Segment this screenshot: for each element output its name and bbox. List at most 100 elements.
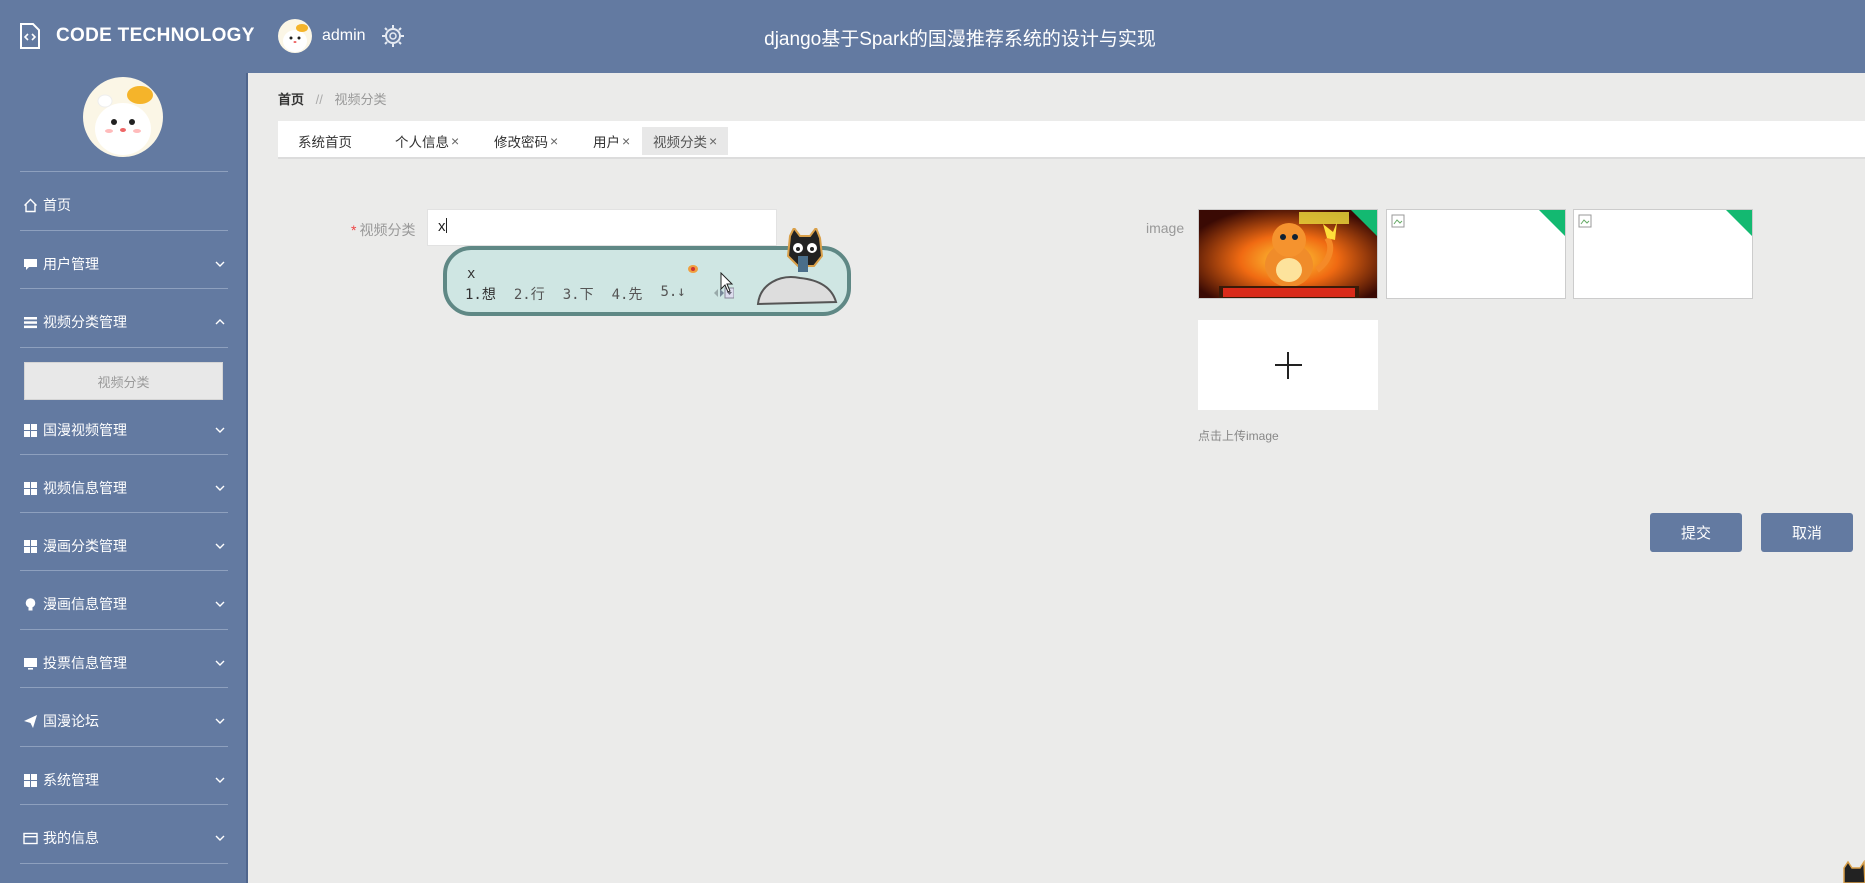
chevron-up-icon	[215, 319, 225, 325]
tab-label: 个人信息	[395, 135, 449, 150]
grid-icon	[22, 538, 38, 554]
sidebar-item-vote-info-management[interactable]: 投票信息管理	[0, 648, 248, 678]
grid-icon	[22, 422, 38, 438]
sidebar-item-video-category-management[interactable]: 视频分类管理	[0, 307, 248, 337]
card-icon	[22, 830, 38, 846]
tab-label: 修改密码	[494, 135, 548, 150]
sidebar-item-label: 国漫视频管理	[43, 422, 127, 438]
divider	[20, 570, 228, 571]
divider	[20, 347, 228, 348]
sidebar-item-anime-forum[interactable]: 国漫论坛	[0, 706, 248, 736]
image-thumbnail[interactable]	[1386, 209, 1566, 299]
category-input-value: x	[438, 218, 446, 235]
chevron-down-icon	[215, 835, 225, 841]
sidebar-item-label: 视频分类管理	[43, 314, 127, 330]
chevron-down-icon	[215, 777, 225, 783]
divider	[20, 454, 228, 455]
divider	[20, 288, 228, 289]
list-icon	[22, 314, 38, 330]
sidebar-item-label: 投票信息管理	[43, 655, 127, 671]
uploaded-badge	[1539, 210, 1565, 236]
mouse-cursor-icon	[720, 272, 734, 293]
sidebar-item-label: 漫画分类管理	[43, 538, 127, 554]
close-icon[interactable]: ×	[622, 133, 630, 149]
category-field-label: * 视频分类	[351, 220, 415, 240]
sidebar-item-video-info-management[interactable]: 视频信息管理	[0, 473, 248, 503]
sidebar-item-system-management[interactable]: 系统管理	[0, 765, 248, 795]
sidebar-item-label: 漫画信息管理	[43, 596, 127, 612]
tab-label: 用户	[593, 135, 620, 150]
sidebar-item-anime-video-management[interactable]: 国漫视频管理	[0, 415, 248, 445]
sidebar-item-comic-info-management[interactable]: 漫画信息管理	[0, 589, 248, 619]
uploaded-badge	[1726, 210, 1752, 236]
required-mark: *	[351, 222, 357, 238]
uploaded-badge	[1351, 210, 1377, 236]
category-input[interactable]: x	[427, 209, 777, 246]
chevron-down-icon	[215, 261, 225, 267]
cancel-button[interactable]: 取消	[1761, 513, 1853, 552]
submit-button[interactable]: 提交	[1650, 513, 1742, 552]
divider	[20, 804, 228, 805]
chevron-down-icon	[215, 485, 225, 491]
category-label-text: 视频分类	[359, 222, 416, 238]
top-bar: CODE TECHNOLOGY admin django基于Spark的国漫推荐…	[0, 0, 1865, 73]
divider	[20, 171, 228, 172]
divider	[20, 230, 228, 231]
tab-change-password[interactable]: 修改密码 ×	[483, 127, 569, 155]
close-icon[interactable]: ×	[709, 133, 717, 149]
tab-video-category[interactable]: 视频分类 ×	[642, 127, 729, 155]
ime-candidate[interactable]: 3.下	[563, 284, 594, 304]
sidebar-item-label: 系统管理	[43, 772, 99, 788]
sidebar: 首页 用户管理 视频分类管理 视频分类 国漫视频管理 视频信息管理 漫画分类管理…	[0, 73, 248, 883]
sidebar-item-user-management[interactable]: 用户管理	[0, 249, 248, 279]
upload-hint: 点击上传image	[1198, 429, 1279, 443]
grid-icon	[22, 772, 38, 788]
hamster-profile-icon	[95, 86, 153, 155]
sidebar-item-label: 视频信息管理	[43, 480, 127, 496]
grid-icon	[22, 480, 38, 496]
ime-candidate-list: 1.想 2.行 3.下 4.先 5.↓	[465, 284, 704, 304]
tab-bar: 系统首页 个人信息 × 修改密码 × 用户 × 视频分类 ×	[278, 121, 1865, 159]
corner-mascot-icon	[1843, 860, 1865, 883]
divider	[20, 746, 228, 747]
bulb-icon	[22, 596, 38, 612]
tab-label: 系统首页	[298, 135, 352, 150]
sidebar-item-comic-category-management[interactable]: 漫画分类管理	[0, 531, 248, 561]
close-icon[interactable]: ×	[451, 133, 459, 149]
app-title: django基于Spark的国漫推荐系统的设计与实现	[764, 29, 1156, 50]
tab-user[interactable]: 用户 ×	[582, 127, 641, 155]
divider	[20, 863, 228, 864]
divider	[20, 687, 228, 688]
submenu-item-video-category[interactable]: 视频分类	[24, 362, 223, 400]
image-field-label: image	[1146, 220, 1185, 236]
sidebar-item-home[interactable]: 首页	[0, 190, 248, 220]
home-icon	[22, 197, 38, 213]
profile-avatar	[83, 77, 163, 157]
chevron-down-icon	[215, 427, 225, 433]
image-thumbnail[interactable]	[1198, 209, 1378, 299]
chat-icon	[22, 256, 38, 272]
sidebar-item-my-info[interactable]: 我的信息	[0, 823, 248, 853]
tab-system-home[interactable]: 系统首页	[287, 127, 363, 155]
image-upload-button[interactable]	[1198, 320, 1378, 410]
tab-label: 视频分类	[653, 135, 707, 150]
plus-icon	[1287, 352, 1289, 379]
monitor-icon	[22, 655, 38, 671]
ime-candidate[interactable]: 4.先	[612, 284, 643, 304]
close-icon[interactable]: ×	[550, 133, 558, 149]
ime-candidate[interactable]: 1.想	[465, 284, 496, 304]
divider	[20, 512, 228, 513]
chevron-down-icon	[215, 660, 225, 666]
image-thumbnail[interactable]	[1573, 209, 1753, 299]
send-icon	[22, 713, 38, 729]
breadcrumb-home[interactable]: 首页	[278, 92, 304, 107]
tab-personal-info[interactable]: 个人信息 ×	[384, 127, 470, 155]
sidebar-item-label: 国漫论坛	[43, 713, 99, 729]
ime-candidate[interactable]: 5.↓	[660, 284, 685, 304]
divider	[20, 629, 228, 630]
chevron-down-icon	[215, 543, 225, 549]
chevron-down-icon	[215, 718, 225, 724]
breadcrumb-separator: //	[315, 92, 323, 107]
ime-candidate[interactable]: 2.行	[514, 284, 545, 304]
sidebar-item-label: 首页	[43, 197, 71, 213]
